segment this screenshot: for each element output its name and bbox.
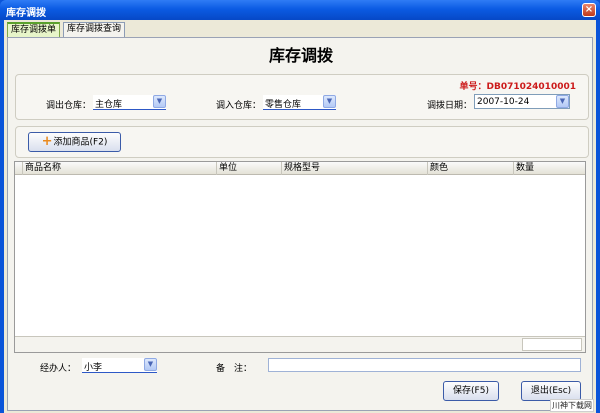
app-window: 库存调拨 × 库存调拨单 库存调拨查询 库存调拨 单号：DB0710240100… bbox=[0, 0, 600, 413]
client-area: 库存调拨单 库存调拨查询 库存调拨 单号：DB071024010001 调出仓库… bbox=[4, 20, 596, 413]
column-header-quantity[interactable]: 数量 bbox=[514, 162, 585, 175]
in-warehouse-select[interactable]: 零售仓库 ▼ bbox=[263, 95, 336, 110]
column-header-spec[interactable]: 规格型号 bbox=[282, 162, 428, 175]
handler-value: 小李 bbox=[84, 363, 103, 373]
handler-select[interactable]: 小李 ▼ bbox=[82, 358, 157, 373]
out-warehouse-label: 调出仓库： bbox=[46, 101, 92, 111]
quantity-total-cell bbox=[522, 338, 582, 351]
handler-label: 经办人： bbox=[40, 364, 77, 374]
order-number: 单号：DB071024010001 bbox=[459, 82, 576, 92]
exit-button[interactable]: 退出(Esc) bbox=[521, 381, 581, 401]
row-selector-header bbox=[15, 162, 23, 175]
remark-input[interactable] bbox=[268, 358, 581, 372]
close-button[interactable]: × bbox=[582, 3, 596, 17]
grid-summary-row bbox=[15, 336, 585, 352]
page-title: 库存调拨 bbox=[268, 46, 333, 65]
chevron-down-icon[interactable]: ▼ bbox=[144, 358, 157, 371]
tab-bar: 库存调拨单 库存调拨查询 bbox=[4, 20, 596, 37]
watermark-logo: 川神下载网 bbox=[550, 399, 594, 412]
window-title: 库存调拨 bbox=[6, 8, 46, 19]
chevron-down-icon[interactable]: ▼ bbox=[153, 95, 166, 108]
transfer-date-picker[interactable]: 2007-10-24 ▼ bbox=[474, 94, 570, 109]
transfer-date-label: 调拨日期： bbox=[427, 101, 473, 111]
add-product-button[interactable]: +添加商品(F2) bbox=[28, 132, 121, 152]
save-button[interactable]: 保存(F5) bbox=[443, 381, 499, 401]
remark-label: 备 注： bbox=[216, 364, 253, 374]
out-warehouse-select[interactable]: 主仓库 ▼ bbox=[93, 95, 166, 110]
chevron-down-icon[interactable]: ▼ bbox=[323, 95, 336, 108]
column-header-name[interactable]: 商品名称 bbox=[23, 162, 217, 175]
column-header-color[interactable]: 颜色 bbox=[428, 162, 514, 175]
tab-transfer-query[interactable]: 库存调拨查询 bbox=[63, 22, 126, 37]
in-warehouse-label: 调入仓库： bbox=[216, 101, 262, 111]
column-header-unit[interactable]: 单位 bbox=[217, 162, 282, 175]
close-icon: × bbox=[584, 4, 594, 15]
plus-icon: + bbox=[41, 134, 53, 149]
chevron-down-icon[interactable]: ▼ bbox=[556, 95, 569, 108]
out-warehouse-value: 主仓库 bbox=[95, 100, 123, 110]
in-warehouse-value: 零售仓库 bbox=[265, 100, 302, 110]
title-bar[interactable]: 库存调拨 × bbox=[0, 0, 600, 20]
tab-transfer-order[interactable]: 库存调拨单 bbox=[7, 22, 61, 37]
product-grid[interactable]: 商品名称 单位 规格型号 颜色 数量 bbox=[14, 161, 586, 353]
add-product-label: 添加商品(F2) bbox=[53, 137, 108, 148]
header-fields-group: 单号：DB071024010001 调出仓库： 主仓库 ▼ 调入仓库： 零售仓库… bbox=[15, 74, 589, 120]
toolbar-group: +添加商品(F2) bbox=[15, 126, 589, 158]
transfer-date-value: 2007-10-24 bbox=[477, 97, 530, 107]
grid-header: 商品名称 单位 规格型号 颜色 数量 bbox=[15, 162, 585, 175]
